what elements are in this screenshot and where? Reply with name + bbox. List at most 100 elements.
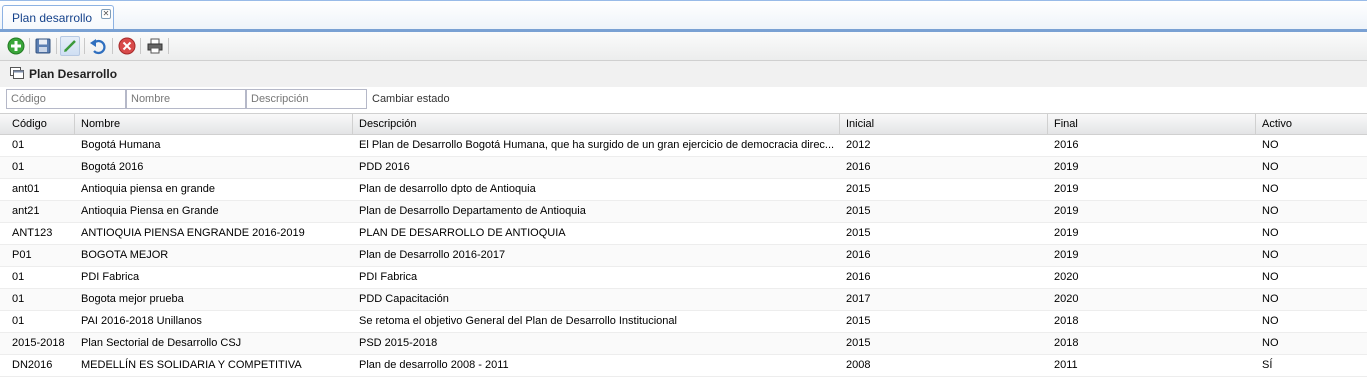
edit-button[interactable] bbox=[60, 36, 80, 56]
column-header-codigo[interactable]: Código bbox=[6, 114, 75, 134]
cell-nombre: Antioquia Piensa en Grande bbox=[81, 205, 219, 217]
print-button[interactable] bbox=[145, 36, 165, 56]
cell-codigo: 01 bbox=[12, 139, 25, 151]
descripcion-filter-input[interactable] bbox=[246, 89, 367, 109]
cell-final: 2019 bbox=[1054, 161, 1079, 173]
cell-inicial: 2015 bbox=[846, 205, 871, 217]
table-row[interactable]: DN2016 MEDELLÍN ES SOLIDARIA Y COMPETITIV… bbox=[0, 355, 1367, 377]
cell-activo: NO bbox=[1262, 205, 1279, 217]
cell-inicial: 2008 bbox=[846, 359, 871, 371]
cell-codigo: 01 bbox=[12, 315, 25, 327]
table-row[interactable]: 01 PDI Fabrica PDI Fabrica 2016 2020 NO bbox=[0, 267, 1367, 289]
cell-activo: NO bbox=[1262, 139, 1279, 151]
cell-codigo: 01 bbox=[12, 161, 25, 173]
cambiar-estado-link[interactable]: Cambiar estado bbox=[372, 93, 450, 105]
codigo-filter-input[interactable] bbox=[6, 89, 126, 109]
cell-inicial: 2016 bbox=[846, 161, 871, 173]
cell-descripcion: PDI Fabrica bbox=[359, 271, 418, 283]
table-row[interactable]: P01 BOGOTA MEJOR Plan de Desarrollo 2016-2… bbox=[0, 245, 1367, 267]
cell-activo: NO bbox=[1262, 249, 1279, 261]
table-row[interactable]: 01 Bogotá 2016 PDD 2016 2016 2019 NO bbox=[0, 157, 1367, 179]
cell-codigo: 2015-2018 bbox=[12, 337, 65, 349]
grid-header: Código Nombre Descripción Inicial Final … bbox=[0, 113, 1367, 135]
cell-nombre: ANTIOQUIA PIENSA ENGRANDE 2016-2019 bbox=[81, 227, 305, 239]
cell-final: 2019 bbox=[1054, 205, 1079, 217]
cell-activo: SÍ bbox=[1262, 359, 1273, 371]
cell-nombre: MEDELLÍN ES SOLIDARIA Y COMPETITIVA bbox=[81, 359, 302, 371]
cell-final: 2020 bbox=[1054, 271, 1079, 283]
cell-codigo: DN2016 bbox=[12, 359, 53, 371]
cell-inicial: 2012 bbox=[846, 139, 871, 151]
close-icon[interactable]: ✕ bbox=[101, 9, 111, 19]
toolbar-separator bbox=[168, 38, 169, 54]
save-button[interactable] bbox=[33, 36, 53, 56]
cell-descripcion: Se retoma el objetivo General del Plan d… bbox=[359, 315, 677, 327]
cell-codigo: ant21 bbox=[12, 205, 40, 217]
table-row[interactable]: ant01 Antioquia piensa en grande Plan de d… bbox=[0, 179, 1367, 201]
table-row[interactable]: 01 PAI 2016-2018 Unillanos Se retoma el ob… bbox=[0, 311, 1367, 333]
cell-final: 2019 bbox=[1054, 183, 1079, 195]
cell-codigo: 01 bbox=[12, 271, 25, 283]
toolbar bbox=[0, 32, 1367, 61]
cell-inicial: 2017 bbox=[846, 293, 871, 305]
cell-codigo: ANT123 bbox=[12, 227, 53, 239]
cell-nombre: Antioquia piensa en grande bbox=[81, 183, 215, 195]
cell-final: 2019 bbox=[1054, 249, 1079, 261]
panel-header: Plan Desarrollo bbox=[0, 61, 1367, 87]
toolbar-separator bbox=[56, 38, 57, 54]
cell-final: 2018 bbox=[1054, 337, 1079, 349]
table-row[interactable]: 01 Bogota mejor prueba PDD Capacitación 201… bbox=[0, 289, 1367, 311]
cell-activo: NO bbox=[1262, 161, 1279, 173]
cell-descripcion: Plan de desarrollo 2008 - 2011 bbox=[359, 359, 509, 371]
cell-descripcion: PSD 2015-2018 bbox=[359, 337, 438, 349]
cell-activo: NO bbox=[1262, 227, 1279, 239]
cell-inicial: 2015 bbox=[846, 315, 871, 327]
toolbar-separator bbox=[112, 38, 113, 54]
window-icon bbox=[10, 67, 24, 79]
cell-inicial: 2015 bbox=[846, 227, 871, 239]
tab-plan-desarrollo[interactable]: Plan desarrollo ✕ bbox=[2, 5, 114, 30]
table-row[interactable]: 01 Bogotá Humana El Plan de Desarrollo Bog… bbox=[0, 135, 1367, 157]
cell-nombre: PAI 2016-2018 Unillanos bbox=[81, 315, 202, 327]
column-header-inicial[interactable]: Inicial bbox=[840, 114, 1048, 134]
cell-descripcion: Plan de Desarrollo Departamento de Antio… bbox=[359, 205, 586, 217]
panel-title: Plan Desarrollo bbox=[29, 67, 118, 81]
cell-activo: NO bbox=[1262, 293, 1279, 305]
print-icon bbox=[147, 38, 163, 54]
column-header-activo[interactable]: Activo bbox=[1256, 114, 1367, 134]
column-header-descripcion[interactable]: Descripción bbox=[353, 114, 840, 134]
cell-inicial: 2015 bbox=[846, 337, 871, 349]
cell-nombre: Plan Sectorial de Desarrollo CSJ bbox=[81, 337, 242, 349]
cell-nombre: Bogotá Humana bbox=[81, 139, 161, 151]
cell-nombre: Bogotá 2016 bbox=[81, 161, 144, 173]
cell-activo: NO bbox=[1262, 337, 1279, 349]
table-row[interactable]: ANT123 ANTIOQUIA PIENSA ENGRANDE 2016-201… bbox=[0, 223, 1367, 245]
undo-icon bbox=[90, 39, 106, 55]
cell-inicial: 2016 bbox=[846, 271, 871, 283]
tab-bar: Plan desarrollo ✕ bbox=[0, 0, 1367, 30]
add-button[interactable] bbox=[6, 36, 26, 56]
column-header-final[interactable]: Final bbox=[1048, 114, 1256, 134]
undo-button[interactable] bbox=[88, 36, 108, 56]
cell-final: 2016 bbox=[1054, 139, 1079, 151]
cell-final: 2019 bbox=[1054, 227, 1079, 239]
cell-final: 2020 bbox=[1054, 293, 1079, 305]
cell-nombre: PDI Fabrica bbox=[81, 271, 140, 283]
cell-descripcion: PLAN DE DESARROLLO DE ANTIOQUIA bbox=[359, 227, 566, 239]
cancel-icon bbox=[118, 37, 136, 55]
cell-descripcion: PDD Capacitación bbox=[359, 293, 449, 305]
toolbar-separator bbox=[84, 38, 85, 54]
edit-icon bbox=[64, 40, 76, 52]
add-icon bbox=[7, 37, 25, 55]
grid-body: 01 Bogotá Humana El Plan de Desarrollo Bog… bbox=[0, 135, 1367, 377]
table-row[interactable]: 2015-2018 Plan Sectorial de Desarrollo CS… bbox=[0, 333, 1367, 355]
cell-final: 2018 bbox=[1054, 315, 1079, 327]
cell-codigo: 01 bbox=[12, 293, 25, 305]
cancel-button[interactable] bbox=[117, 36, 137, 56]
table-row[interactable]: ant21 Antioquia Piensa en Grande Plan de D… bbox=[0, 201, 1367, 223]
nombre-filter-input[interactable] bbox=[126, 89, 246, 109]
cell-codigo: P01 bbox=[12, 249, 32, 261]
toolbar-separator bbox=[140, 38, 141, 54]
cell-descripcion: Plan de Desarrollo 2016-2017 bbox=[359, 249, 506, 261]
column-header-nombre[interactable]: Nombre bbox=[75, 114, 353, 134]
